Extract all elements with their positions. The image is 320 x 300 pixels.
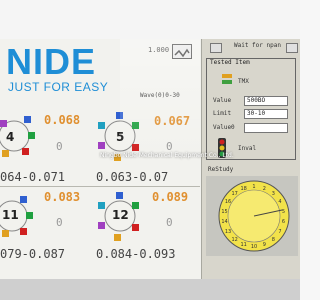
inval-label: Inval bbox=[238, 145, 257, 152]
value0-label: Value0 bbox=[213, 124, 235, 131]
station-5-top: 0.067 bbox=[154, 114, 191, 128]
wave-label: Wave(0)0-30 bbox=[140, 92, 180, 99]
dial-number: 3 bbox=[272, 191, 275, 197]
tested-item-title: Tested Item bbox=[210, 59, 250, 66]
dial-number: 2 bbox=[263, 186, 266, 192]
tested-item-icon bbox=[222, 74, 232, 84]
dial-number: 5 bbox=[282, 209, 285, 215]
photo-frame: NIDE JUST FOR EASY 1.000 Wave(0)0-30 Wai… bbox=[0, 0, 300, 300]
station-11-number: 11 bbox=[2, 208, 19, 222]
dial-number: 12 bbox=[232, 237, 238, 243]
station-5-number: 5 bbox=[116, 130, 125, 144]
side-right-button[interactable] bbox=[286, 43, 298, 53]
row-divider bbox=[0, 186, 200, 187]
dial-number: 9 bbox=[263, 242, 266, 248]
study-title: ReStudy bbox=[208, 166, 234, 173]
value-label: Value bbox=[213, 97, 232, 104]
tested-item-label: TMX bbox=[238, 78, 249, 85]
dial-number: 13 bbox=[225, 229, 231, 235]
station-4-top: 0.068 bbox=[44, 113, 81, 127]
station-5-range: 0.063-0.07 bbox=[96, 170, 169, 184]
waveform-icon bbox=[174, 48, 190, 58]
station-12-bottom: 0 bbox=[166, 216, 173, 229]
dial-number: 16 bbox=[225, 199, 231, 205]
station-12-number: 12 bbox=[112, 208, 129, 222]
station-11-top: 0.083 bbox=[44, 190, 81, 204]
dial-number: 17 bbox=[232, 191, 238, 197]
station-11-bottom: 0 bbox=[56, 216, 63, 229]
station-11-range: 079-0.087 bbox=[0, 247, 66, 261]
dial-number: 14 bbox=[221, 219, 227, 225]
station-4-number: 4 bbox=[6, 130, 15, 144]
top-value-readout: 1.000 bbox=[148, 46, 170, 54]
limit-label: Limit bbox=[213, 110, 232, 117]
monitor-bezel bbox=[0, 279, 300, 300]
station-4-range: 064-0.071 bbox=[0, 170, 66, 184]
station-12-top: 0.089 bbox=[152, 190, 189, 204]
wait-status: Wait for npan bbox=[234, 42, 281, 49]
dial-number: 4 bbox=[278, 199, 281, 205]
dial-number: 15 bbox=[221, 209, 227, 215]
station-4-bottom: 0 bbox=[56, 140, 63, 153]
study-dial: 1 23456789101112131415161718 bbox=[218, 180, 290, 252]
limit-field[interactable]: 30-10 bbox=[244, 109, 288, 119]
station-12-range: 0.084-0.093 bbox=[96, 247, 176, 261]
value-field[interactable]: 500BO bbox=[244, 96, 288, 106]
brand-logo: NIDE bbox=[6, 41, 97, 82]
watermark: Ningbo Nide Mechanical Equipment Co., Lt… bbox=[100, 152, 234, 159]
side-left-button[interactable] bbox=[210, 43, 222, 53]
dial-number: 7 bbox=[278, 229, 281, 235]
dial-number: 10 bbox=[251, 244, 257, 250]
dial-number: 11 bbox=[241, 242, 247, 248]
value0-field[interactable] bbox=[244, 123, 288, 133]
dial-number: 8 bbox=[272, 237, 275, 243]
wave-button[interactable] bbox=[172, 44, 192, 59]
brand-tagline: JUST FOR EASY bbox=[8, 80, 109, 94]
dial-number: 6 bbox=[282, 219, 285, 225]
dial-number: 18 bbox=[241, 186, 247, 192]
dial-number: 1 bbox=[252, 184, 255, 190]
